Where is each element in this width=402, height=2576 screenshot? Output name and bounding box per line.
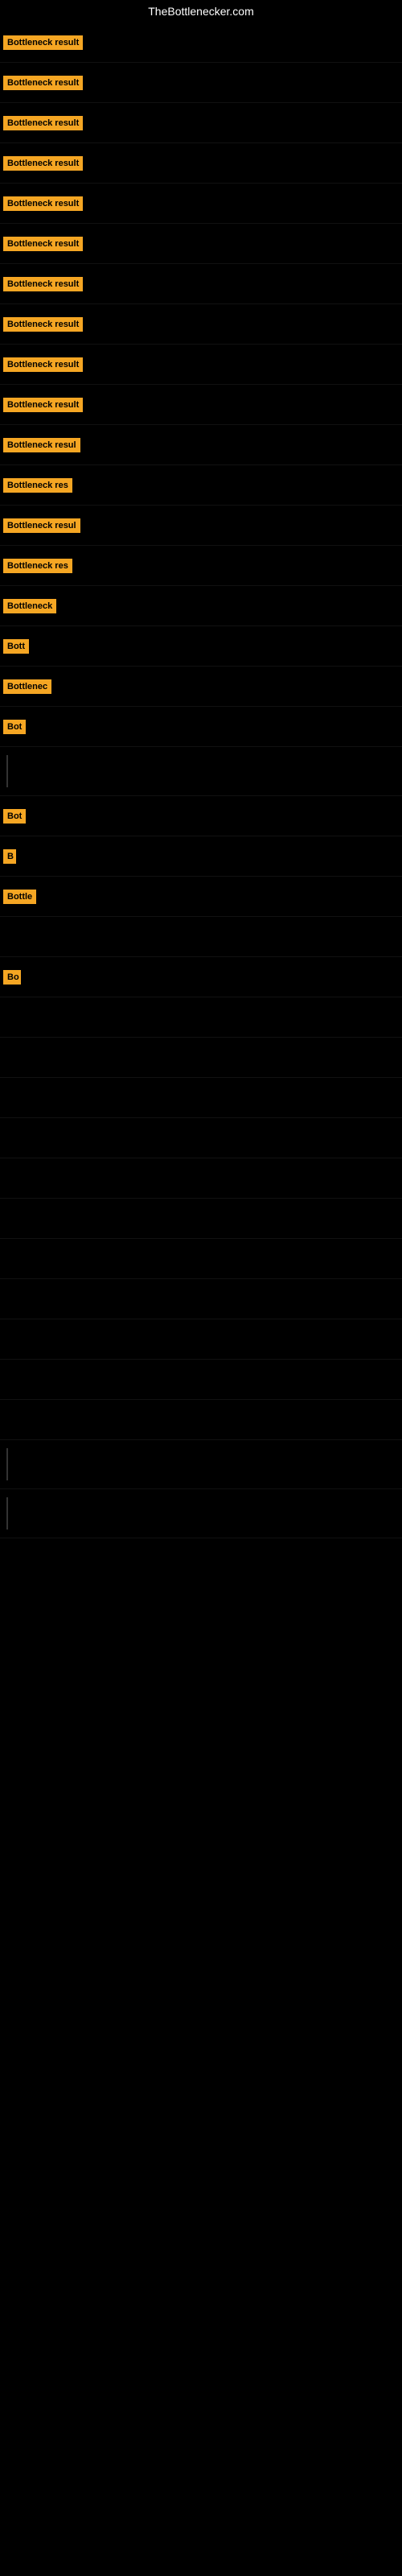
- list-item: [0, 1078, 402, 1118]
- list-item: Bot: [0, 796, 402, 836]
- list-item: [0, 1038, 402, 1078]
- list-item: Bottleneck result: [0, 103, 402, 143]
- vertical-line: [6, 1497, 8, 1530]
- bottleneck-badge: Bottleneck result: [3, 237, 83, 251]
- list-item: Bottleneck result: [0, 63, 402, 103]
- list-item: Bott: [0, 626, 402, 667]
- bottleneck-badge: Bottleneck res: [3, 478, 72, 493]
- bottleneck-badge: Bottleneck result: [3, 277, 83, 291]
- bottleneck-badge: Bottleneck res: [3, 559, 72, 573]
- list-item: Bottleneck res: [0, 546, 402, 586]
- list-item: Bottleneck res: [0, 465, 402, 506]
- list-item: [0, 1199, 402, 1239]
- bottleneck-badge: Bottleneck result: [3, 35, 83, 50]
- list-item: Bottleneck result: [0, 345, 402, 385]
- bottleneck-badge: Bottleneck result: [3, 398, 83, 412]
- list-item: [0, 1279, 402, 1319]
- list-item: [0, 917, 402, 957]
- vertical-line: [6, 1448, 8, 1480]
- bottleneck-badge: Bottleneck resul: [3, 518, 80, 533]
- list-item: Bottleneck result: [0, 264, 402, 304]
- bottleneck-badge: Bottleneck result: [3, 156, 83, 171]
- list-item: Bot: [0, 707, 402, 747]
- bottleneck-badge: Bottleneck result: [3, 116, 83, 130]
- site-title: TheBottlenecker.com: [0, 0, 402, 23]
- list-item: Bottleneck resul: [0, 506, 402, 546]
- list-item: [0, 1489, 402, 1538]
- bottleneck-badge: Bottle: [3, 890, 36, 904]
- bottleneck-badge: Bottleneck: [3, 599, 56, 613]
- list-item: [0, 1400, 402, 1440]
- list-item: [0, 1440, 402, 1489]
- bottleneck-badge: Bo: [3, 970, 21, 985]
- list-item: Bottleneck result: [0, 385, 402, 425]
- list-item: Bottleneck result: [0, 304, 402, 345]
- bottleneck-badge: Bot: [3, 809, 26, 824]
- list-item: Bottlenec: [0, 667, 402, 707]
- list-item: [0, 747, 402, 796]
- bottleneck-badge: Bottleneck result: [3, 317, 83, 332]
- bottleneck-badge: Bottlenec: [3, 679, 51, 694]
- list-item: [0, 1118, 402, 1158]
- list-item: Bottleneck result: [0, 224, 402, 264]
- bottleneck-badge: Bottleneck result: [3, 357, 83, 372]
- list-item: B: [0, 836, 402, 877]
- list-item: Bottleneck resul: [0, 425, 402, 465]
- bottleneck-badge: B: [3, 849, 16, 864]
- list-item: Bottle: [0, 877, 402, 917]
- bottleneck-badge: Bottleneck result: [3, 76, 83, 90]
- list-item: Bottleneck result: [0, 23, 402, 63]
- bottleneck-badge: Bottleneck resul: [3, 438, 80, 452]
- vertical-line: [6, 755, 8, 787]
- list-item: Bottleneck result: [0, 143, 402, 184]
- list-item: Bo: [0, 957, 402, 997]
- list-item: [0, 1319, 402, 1360]
- list-item: [0, 997, 402, 1038]
- list-item: [0, 1360, 402, 1400]
- list-item: Bottleneck: [0, 586, 402, 626]
- list-item: [0, 1158, 402, 1199]
- list-item: [0, 1239, 402, 1279]
- bottleneck-badge: Bot: [3, 720, 26, 734]
- bottleneck-badge: Bottleneck result: [3, 196, 83, 211]
- list-item: Bottleneck result: [0, 184, 402, 224]
- bottleneck-badge: Bott: [3, 639, 29, 654]
